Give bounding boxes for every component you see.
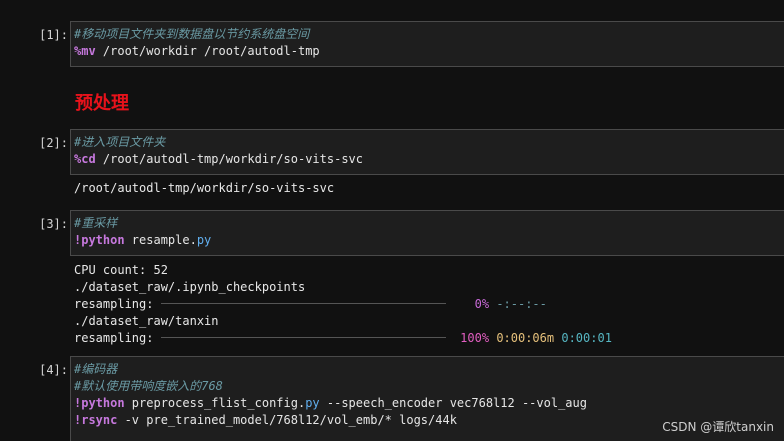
cell-4-magic-python: !python: [74, 396, 125, 410]
cell-3-comment: #重采样: [74, 216, 118, 230]
cell-4-magic-rsync: !rsync: [74, 413, 118, 427]
cell-1-code-input[interactable]: #移动项目文件夹到数据盘以节约系统盘空间 %mv /root/workdir /…: [70, 21, 784, 67]
cell-4-prompt: [4]:: [39, 363, 68, 377]
cell-4-line3-rest: --speech_encoder vec768l12 --vol_aug: [319, 396, 587, 410]
cell-2-prompt: [2]:: [39, 136, 68, 150]
progress-pct-1: 0%: [474, 297, 490, 311]
markdown-heading: 预处理: [75, 93, 129, 114]
cell-3-ext: py: [196, 233, 212, 247]
cell-3-code-input[interactable]: #重采样 !python resample.py: [70, 210, 784, 256]
cell-1-args: /root/workdir /root/autodl-tmp: [95, 44, 320, 58]
progress-time-2b: 0:00:01: [561, 331, 612, 345]
cell-2-args: /root/autodl-tmp/workdir/so-vits-svc: [95, 152, 363, 166]
cell-4-comment-2: #默认使用带响度嵌入的768: [74, 379, 223, 393]
cell-3-output: CPU count: 52 ./dataset_raw/.ipynb_check…: [74, 262, 774, 347]
cell-3-magic: !python: [74, 233, 125, 247]
cell-1-magic: %mv: [74, 44, 96, 58]
progress-label: resampling:: [74, 297, 154, 311]
progress-label: resampling:: [74, 331, 154, 345]
cell-2-output: /root/autodl-tmp/workdir/so-vits-svc: [74, 181, 335, 195]
output-line: ./dataset_raw/.ipynb_checkpoints: [74, 280, 306, 294]
watermark: CSDN @谭欣tanxin: [662, 420, 774, 434]
cell-2-magic: %cd: [74, 152, 96, 166]
cell-4-line3-args: preprocess_flist_config.: [124, 396, 306, 410]
progress-time-2a: 0:00:06m: [496, 331, 555, 345]
cell-4-line3-ext: py: [305, 396, 320, 410]
progress-time-1: -:--:--: [496, 297, 547, 311]
cell-3-args: resample.: [124, 233, 197, 247]
progress-pct-2: 100%: [460, 331, 490, 345]
cell-1-prompt: [1]:: [39, 28, 68, 42]
cell-2-comment: #进入项目文件夹: [74, 135, 166, 149]
output-line: ./dataset_raw/tanxin: [74, 314, 219, 328]
progress-bar-1: [160, 303, 446, 304]
cell-4-comment-1: #编码器: [74, 362, 118, 376]
cell-2-code-input[interactable]: #进入项目文件夹 %cd /root/autodl-tmp/workdir/so…: [70, 129, 784, 175]
cell-1-comment: #移动项目文件夹到数据盘以节约系统盘空间: [74, 27, 310, 41]
cell-3-prompt: [3]:: [39, 217, 68, 231]
output-line: CPU count: 52: [74, 263, 168, 277]
progress-bar-2: [160, 337, 446, 338]
cell-4-line4-args: -v pre_trained_model/768l12/vol_emb/* lo…: [117, 413, 457, 427]
